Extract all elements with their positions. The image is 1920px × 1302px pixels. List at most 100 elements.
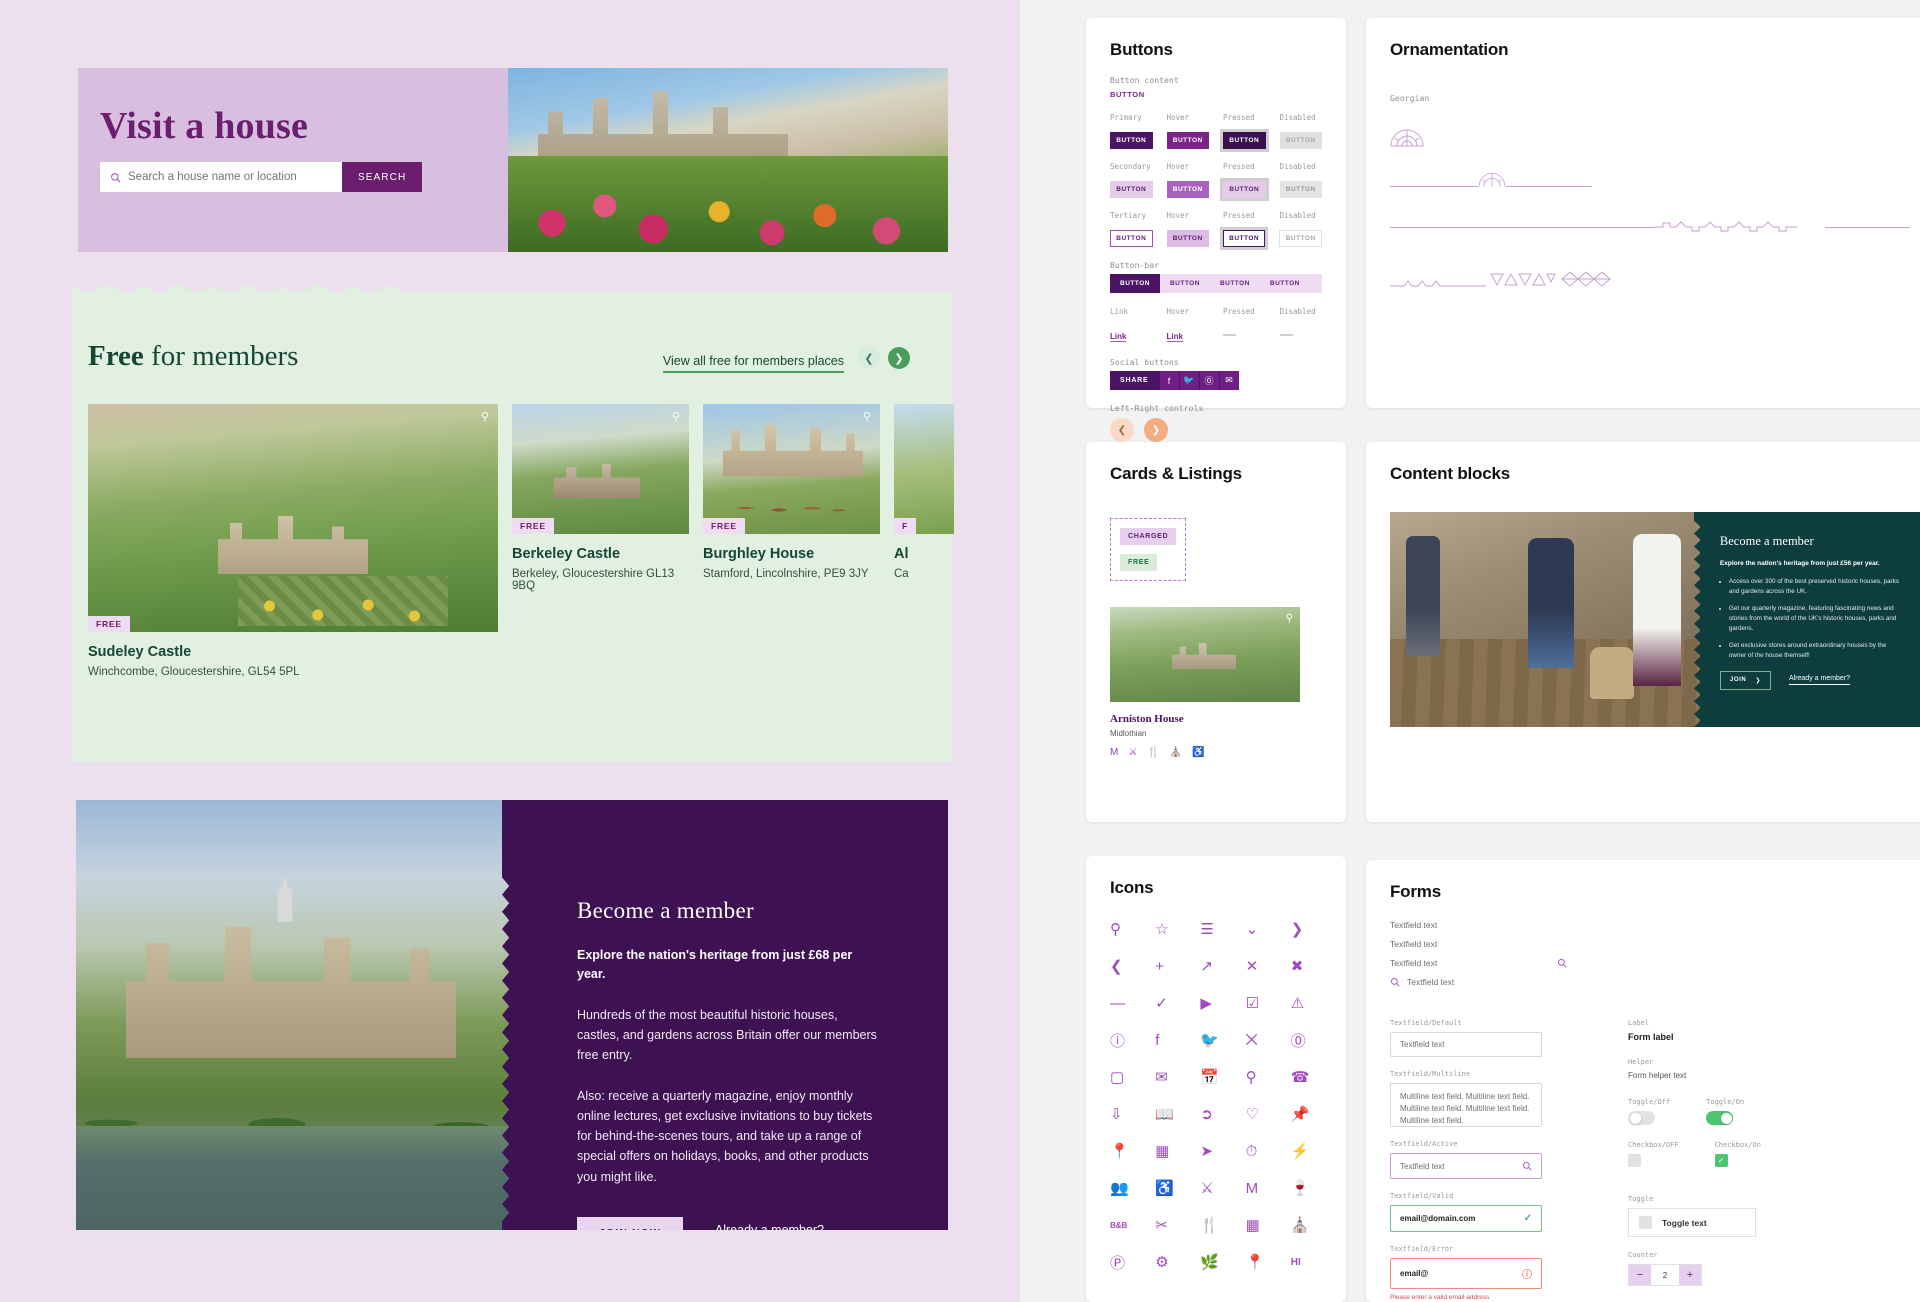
pin-icon[interactable]: 📌	[1291, 1103, 1322, 1125]
plain-textfield-4[interactable]: Textfield text	[1407, 977, 1454, 987]
scissors-icon[interactable]: ✂	[1155, 1214, 1186, 1236]
plant-icon[interactable]: 🌿	[1200, 1251, 1231, 1273]
chart-icon[interactable]: ▦	[1246, 1214, 1277, 1236]
lightning-icon[interactable]: ⚡	[1291, 1140, 1322, 1162]
join-button[interactable]: JOIN ❯	[1719, 670, 1771, 690]
play-circle-icon[interactable]: ▶	[1200, 992, 1231, 1014]
wine-icon[interactable]: 🍷	[1291, 1177, 1322, 1199]
checkbox-icon[interactable]	[1639, 1216, 1652, 1229]
download-icon[interactable]: ⇩	[1110, 1103, 1141, 1125]
search-input[interactable]	[128, 171, 328, 183]
list-item[interactable]: ⚲ FREE Burghley House Stamford, Lincolns…	[703, 404, 880, 678]
plain-textfield-2[interactable]: Textfield text	[1390, 939, 1920, 949]
accessible-icon[interactable]: ♿	[1192, 747, 1204, 758]
calendar-icon[interactable]: 📅	[1200, 1066, 1231, 1088]
textfield-error[interactable]: email@ ⓘ	[1390, 1258, 1542, 1289]
hi-icon[interactable]: HI	[1291, 1251, 1322, 1273]
toggle-on[interactable]	[1706, 1111, 1734, 1125]
map-pin-icon[interactable]: 📍	[1246, 1251, 1277, 1273]
list-item[interactable]: ⚲ FREE Sudeley Castle Winchcombe, Glouce…	[88, 404, 498, 678]
counter-decrement-button[interactable]: −	[1629, 1265, 1651, 1285]
button-primary-pressed[interactable]: BUTTON	[1220, 129, 1269, 152]
toggle-field[interactable]: Toggle text	[1628, 1208, 1756, 1237]
shop-icon[interactable]: ⛪	[1170, 747, 1182, 758]
search-icon[interactable]: ⚲	[1110, 918, 1141, 940]
alert-circle-icon[interactable]: ⚠	[1291, 992, 1322, 1014]
already-a-member-link[interactable]: Already a member?	[715, 1223, 824, 1230]
email-icon[interactable]: ✉	[1155, 1066, 1186, 1088]
toggle-off[interactable]	[1628, 1111, 1655, 1125]
list-item[interactable]: F Al Ca	[894, 404, 954, 678]
button-bar-item-3[interactable]: BUTTON	[1210, 274, 1260, 293]
parking-icon[interactable]: Ⓟ	[1110, 1251, 1141, 1273]
close-icon[interactable]: ✕	[1246, 955, 1277, 977]
already-a-member-link[interactable]: Already a member?	[1788, 675, 1851, 686]
chevron-right-icon[interactable]: ❯	[1144, 418, 1168, 442]
heart-icon[interactable]: ♡	[1246, 1103, 1277, 1125]
external-link-icon[interactable]: ↗	[1200, 955, 1231, 977]
button-tertiary-pressed[interactable]: BUTTON	[1219, 227, 1269, 250]
carousel-prev-button[interactable]: ❮	[858, 347, 880, 369]
list-item[interactable]: ⚲ FREE Berkeley Castle Berkeley, Glouces…	[512, 404, 689, 678]
textfield-active[interactable]: Textfield text	[1390, 1153, 1542, 1179]
cursor-icon[interactable]: ➲	[1200, 1103, 1231, 1125]
link-hover[interactable]: Link	[1166, 332, 1183, 342]
button-bar-item-2[interactable]: BUTTON	[1160, 274, 1210, 293]
instagram-icon[interactable]: ▢	[1110, 1066, 1141, 1088]
restaurant-icon[interactable]: 🍴	[1147, 747, 1159, 758]
phone-icon[interactable]: ☎	[1291, 1066, 1322, 1088]
picnic-icon[interactable]: ⛪	[1291, 1214, 1322, 1236]
view-all-link[interactable]: View all free for members places	[662, 354, 844, 373]
clock-icon[interactable]: ⏱	[1246, 1140, 1277, 1162]
grid-icon[interactable]: ▦	[1155, 1140, 1186, 1162]
chevron-right-icon[interactable]: ❯	[1291, 918, 1322, 940]
twitter-icon[interactable]: 🐦	[1179, 371, 1199, 390]
join-now-button[interactable]: JOIN NOW	[577, 1216, 683, 1230]
email-icon[interactable]: ✉	[1219, 371, 1239, 390]
minus-icon[interactable]: —	[1110, 992, 1141, 1014]
x-icon[interactable]: ⨉	[1246, 1029, 1277, 1051]
button-secondary[interactable]: BUTTON	[1110, 181, 1153, 198]
send-icon[interactable]: ➤	[1200, 1140, 1231, 1162]
plus-icon[interactable]: +	[1155, 955, 1186, 977]
check-circle-icon[interactable]: ☑	[1246, 992, 1277, 1014]
chevron-left-icon[interactable]: ❮	[1110, 418, 1134, 442]
link-default[interactable]: Link	[1110, 332, 1127, 342]
button-bar-item-4[interactable]: BUTTON	[1260, 274, 1310, 293]
pinterest-icon[interactable]: ⓪	[1199, 371, 1219, 390]
button-bar-item-1[interactable]: BUTTON	[1110, 274, 1160, 293]
star-icon[interactable]: ☆	[1155, 918, 1186, 940]
textfield-default[interactable]: Textfield text	[1390, 1032, 1542, 1057]
group-icon[interactable]: 👥	[1110, 1177, 1141, 1199]
button-primary-hover[interactable]: BUTTON	[1166, 132, 1209, 149]
chevron-down-icon[interactable]: ⌄	[1246, 918, 1277, 940]
chevron-left-icon[interactable]: ❮	[1110, 955, 1141, 977]
marker-icon[interactable]: 📍	[1110, 1140, 1141, 1162]
location-icon[interactable]: ⚲	[1246, 1066, 1277, 1088]
checkbox-off[interactable]	[1628, 1154, 1641, 1167]
restaurant-icon[interactable]: 🍴	[1200, 1214, 1231, 1236]
button-tertiary-hover[interactable]: BUTTON	[1166, 230, 1209, 247]
menu-icon[interactable]: ☰	[1200, 918, 1231, 940]
button-secondary-pressed[interactable]: BUTTON	[1220, 178, 1269, 201]
wheel-icon[interactable]: ⚙	[1155, 1251, 1186, 1273]
close-circle-icon[interactable]: ✖	[1291, 955, 1322, 977]
button-tertiary[interactable]: BUTTON	[1110, 230, 1153, 247]
monument-icon[interactable]: M	[1110, 747, 1118, 758]
monument-icon[interactable]: M	[1246, 1177, 1277, 1199]
checkbox-on[interactable]: ✓	[1714, 1154, 1728, 1167]
twitter-icon[interactable]: 🐦	[1200, 1029, 1231, 1051]
search-icon[interactable]	[1390, 977, 1400, 987]
facebook-icon[interactable]: f	[1155, 1029, 1186, 1051]
search-icon[interactable]	[1522, 1161, 1532, 1171]
pinterest-icon[interactable]: ⓪	[1291, 1029, 1322, 1051]
info-icon[interactable]: ⓘ	[1110, 1029, 1141, 1051]
tree-icon[interactable]: ⚔	[1200, 1177, 1231, 1199]
textfield-multiline[interactable]: Multiline text field. Multiline text fie…	[1390, 1083, 1542, 1127]
plain-textfield-1[interactable]: Textfield text	[1390, 920, 1920, 930]
tree-icon[interactable]: ⚔	[1128, 747, 1137, 758]
search-button[interactable]: SEARCH	[342, 162, 423, 192]
button-primary[interactable]: BUTTON	[1110, 132, 1153, 149]
check-icon[interactable]: ✓	[1155, 992, 1186, 1014]
book-icon[interactable]: 📖	[1155, 1103, 1186, 1125]
